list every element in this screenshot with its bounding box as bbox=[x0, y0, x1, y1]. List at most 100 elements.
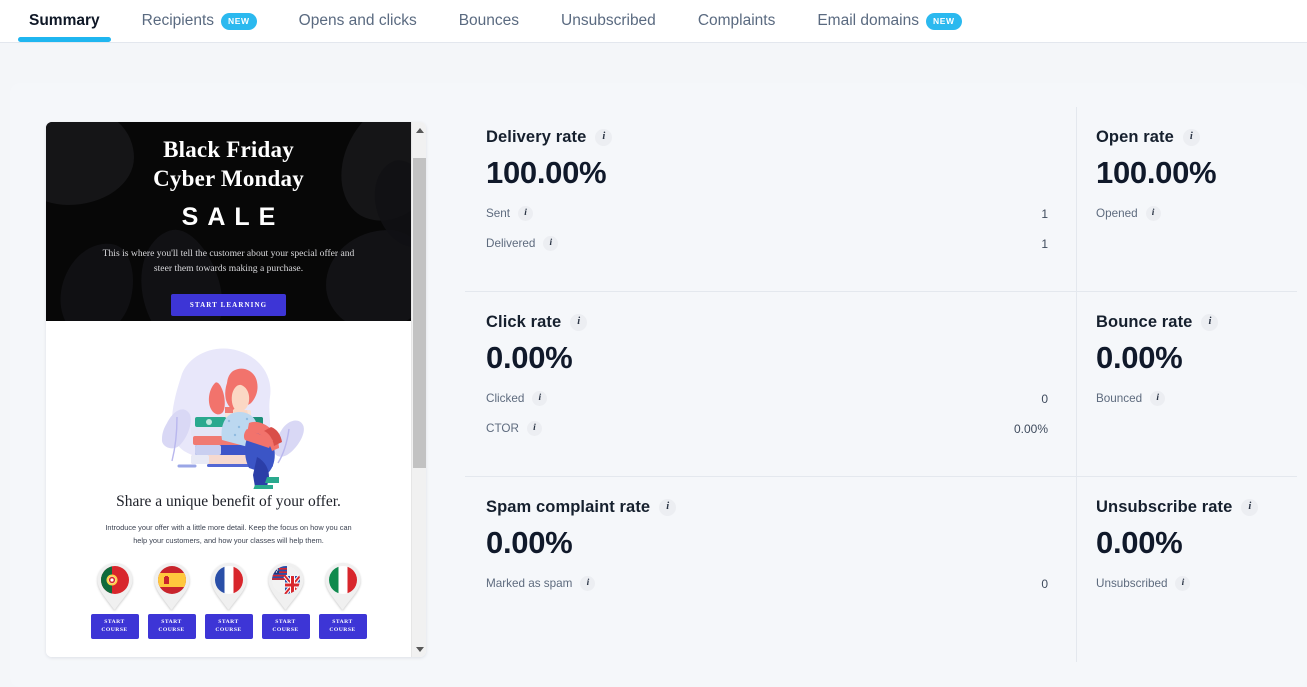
start-course-button[interactable]: START COURSE bbox=[318, 613, 367, 639]
metric-card-bounce-rate: Bounce rate i 0.00% Bounced i bbox=[1076, 292, 1297, 476]
info-icon[interactable]: i bbox=[518, 206, 534, 221]
flag-item-uk-us: START COURSE bbox=[261, 562, 310, 639]
info-icon[interactable]: i bbox=[1182, 129, 1200, 146]
stat-value: 0 bbox=[1041, 391, 1048, 406]
stat-label: Clicked bbox=[486, 392, 525, 405]
email-hero-section: Black Friday Cyber Monday SALE This is w… bbox=[46, 122, 411, 321]
stat-label: Sent bbox=[486, 207, 511, 220]
stat-value: 0.00% bbox=[1013, 421, 1048, 436]
tab-unsubscribed[interactable]: Unsubscribed bbox=[540, 0, 677, 42]
info-icon[interactable]: i bbox=[595, 129, 613, 146]
hero-sale-text: SALE bbox=[181, 202, 285, 231]
active-tab-indicator bbox=[18, 37, 111, 42]
metric-value: 0.00% bbox=[486, 525, 573, 560]
email-body-text: Introduce your offer with a little more … bbox=[105, 523, 352, 545]
scroll-down-arrow-icon[interactable] bbox=[412, 641, 426, 657]
metrics-grid: Delivery rate i 100.00% Sent i 1 Deliver… bbox=[465, 107, 1297, 663]
metric-card-delivery-rate: Delivery rate i 100.00% Sent i 1 Deliver… bbox=[465, 107, 1076, 291]
metric-value: 100.00% bbox=[486, 155, 607, 190]
stat-value: 1 bbox=[1041, 236, 1048, 251]
email-preview-scroll-area[interactable]: Black Friday Cyber Monday SALE This is w… bbox=[46, 122, 411, 657]
metric-title: Unsubscribe rate bbox=[1096, 498, 1233, 516]
tab-label: Recipients bbox=[141, 12, 215, 29]
email-body-section: Share a unique benefit of your offer. In… bbox=[46, 321, 411, 639]
stat-label: CTOR bbox=[486, 422, 519, 435]
metric-title: Click rate bbox=[486, 313, 562, 331]
tab-label: Opens and clicks bbox=[298, 12, 417, 29]
metric-title: Spam complaint rate bbox=[486, 498, 651, 516]
email-body-heading: Share a unique benefit of your offer. bbox=[116, 493, 341, 510]
stat-label: Unsubscribed bbox=[1096, 577, 1168, 590]
metric-stat-row: Opened i bbox=[1096, 206, 1279, 221]
flag-item-italy: START COURSE bbox=[318, 562, 367, 639]
start-learning-button[interactable]: START LEARNING bbox=[170, 294, 287, 317]
stat-value: 0 bbox=[1041, 576, 1048, 591]
info-icon[interactable]: i bbox=[1241, 499, 1259, 516]
metric-card-spam-complaint-rate: Spam complaint rate i 0.00% Marked as sp… bbox=[465, 477, 1076, 662]
flag-item-spain: START COURSE bbox=[147, 562, 196, 639]
stat-label: Bounced bbox=[1096, 392, 1143, 405]
metric-value: 100.00% bbox=[1096, 155, 1217, 190]
summary-content-card: Black Friday Cyber Monday SALE This is w… bbox=[10, 83, 1307, 687]
spain-flag-icon bbox=[152, 562, 192, 610]
metric-card-open-rate: Open rate i 100.00% Opened i bbox=[1076, 107, 1297, 291]
hero-title-line1: Black Friday bbox=[163, 137, 294, 162]
info-icon[interactable]: i bbox=[543, 236, 559, 251]
info-icon[interactable]: i bbox=[659, 499, 677, 516]
new-badge: NEW bbox=[926, 12, 962, 30]
flag-item-france: START COURSE bbox=[204, 562, 253, 639]
email-preview-panel: Black Friday Cyber Monday SALE This is w… bbox=[46, 122, 426, 657]
metric-value: 0.00% bbox=[1096, 340, 1183, 375]
info-icon[interactable]: i bbox=[1145, 206, 1161, 221]
woman-reading-illustration bbox=[161, 348, 304, 489]
metric-value: 0.00% bbox=[486, 340, 573, 375]
info-icon[interactable]: i bbox=[526, 421, 542, 436]
flag-item-portugal: START COURSE bbox=[90, 562, 139, 639]
info-icon[interactable]: i bbox=[1201, 314, 1219, 331]
info-icon[interactable]: i bbox=[580, 576, 596, 591]
new-badge: NEW bbox=[221, 12, 257, 30]
hero-subtitle: This is where you'll tell the customer a… bbox=[102, 247, 355, 275]
tab-summary[interactable]: Summary bbox=[8, 0, 121, 42]
info-icon[interactable]: i bbox=[1150, 391, 1166, 406]
stat-value: 1 bbox=[1041, 206, 1048, 221]
start-course-button[interactable]: START COURSE bbox=[204, 613, 253, 639]
metric-card-click-rate: Click rate i 0.00% Clicked i 0 CTOR i 0.… bbox=[465, 292, 1076, 476]
metric-stat-row: CTOR i 0.00% bbox=[486, 421, 1048, 436]
tab-label: Summary bbox=[29, 12, 100, 29]
uk-us-flag-icon bbox=[266, 562, 306, 610]
metric-card-unsubscribe-rate: Unsubscribe rate i 0.00% Unsubscribed i bbox=[1076, 477, 1297, 662]
tab-recipients[interactable]: Recipients NEW bbox=[121, 0, 278, 42]
start-course-button[interactable]: START COURSE bbox=[261, 613, 310, 639]
tab-bar: Summary Recipients NEW Opens and clicks … bbox=[0, 0, 1307, 43]
tab-label: Unsubscribed bbox=[561, 12, 656, 29]
scroll-up-arrow-icon[interactable] bbox=[412, 122, 426, 138]
tab-bounces[interactable]: Bounces bbox=[438, 0, 540, 42]
start-course-button[interactable]: START COURSE bbox=[90, 613, 139, 639]
info-icon[interactable]: i bbox=[532, 391, 548, 406]
stat-label: Marked as spam bbox=[486, 577, 573, 590]
metric-stat-row: Clicked i 0 bbox=[486, 391, 1048, 406]
metric-title: Bounce rate bbox=[1096, 313, 1193, 331]
metric-title: Open rate bbox=[1096, 128, 1174, 146]
page-body: Black Friday Cyber Monday SALE This is w… bbox=[0, 43, 1307, 687]
info-icon[interactable]: i bbox=[570, 314, 588, 331]
tab-email-domains[interactable]: Email domains NEW bbox=[796, 0, 982, 42]
metric-stat-row: Bounced i bbox=[1096, 391, 1279, 406]
metric-stat-row: Unsubscribed i bbox=[1096, 576, 1279, 591]
preview-scrollbar[interactable] bbox=[411, 122, 426, 657]
portugal-flag-icon bbox=[95, 562, 135, 610]
italy-flag-icon bbox=[323, 562, 363, 610]
tab-label: Complaints bbox=[697, 12, 776, 29]
flag-buttons-row: START COURSE START COURSE START COURSE S… bbox=[46, 562, 411, 639]
hero-title-line2: Cyber Monday bbox=[153, 165, 304, 191]
tab-complaints[interactable]: Complaints bbox=[677, 0, 797, 42]
metric-stat-row: Sent i 1 bbox=[486, 206, 1048, 221]
scrollbar-thumb[interactable] bbox=[413, 158, 426, 468]
start-course-button[interactable]: START COURSE bbox=[147, 613, 196, 639]
metric-stat-row: Marked as spam i 0 bbox=[486, 576, 1048, 591]
tab-opens-and-clicks[interactable]: Opens and clicks bbox=[278, 0, 438, 42]
stat-label: Delivered bbox=[486, 237, 536, 250]
info-icon[interactable]: i bbox=[1175, 576, 1191, 591]
tab-label: Email domains bbox=[817, 12, 919, 29]
